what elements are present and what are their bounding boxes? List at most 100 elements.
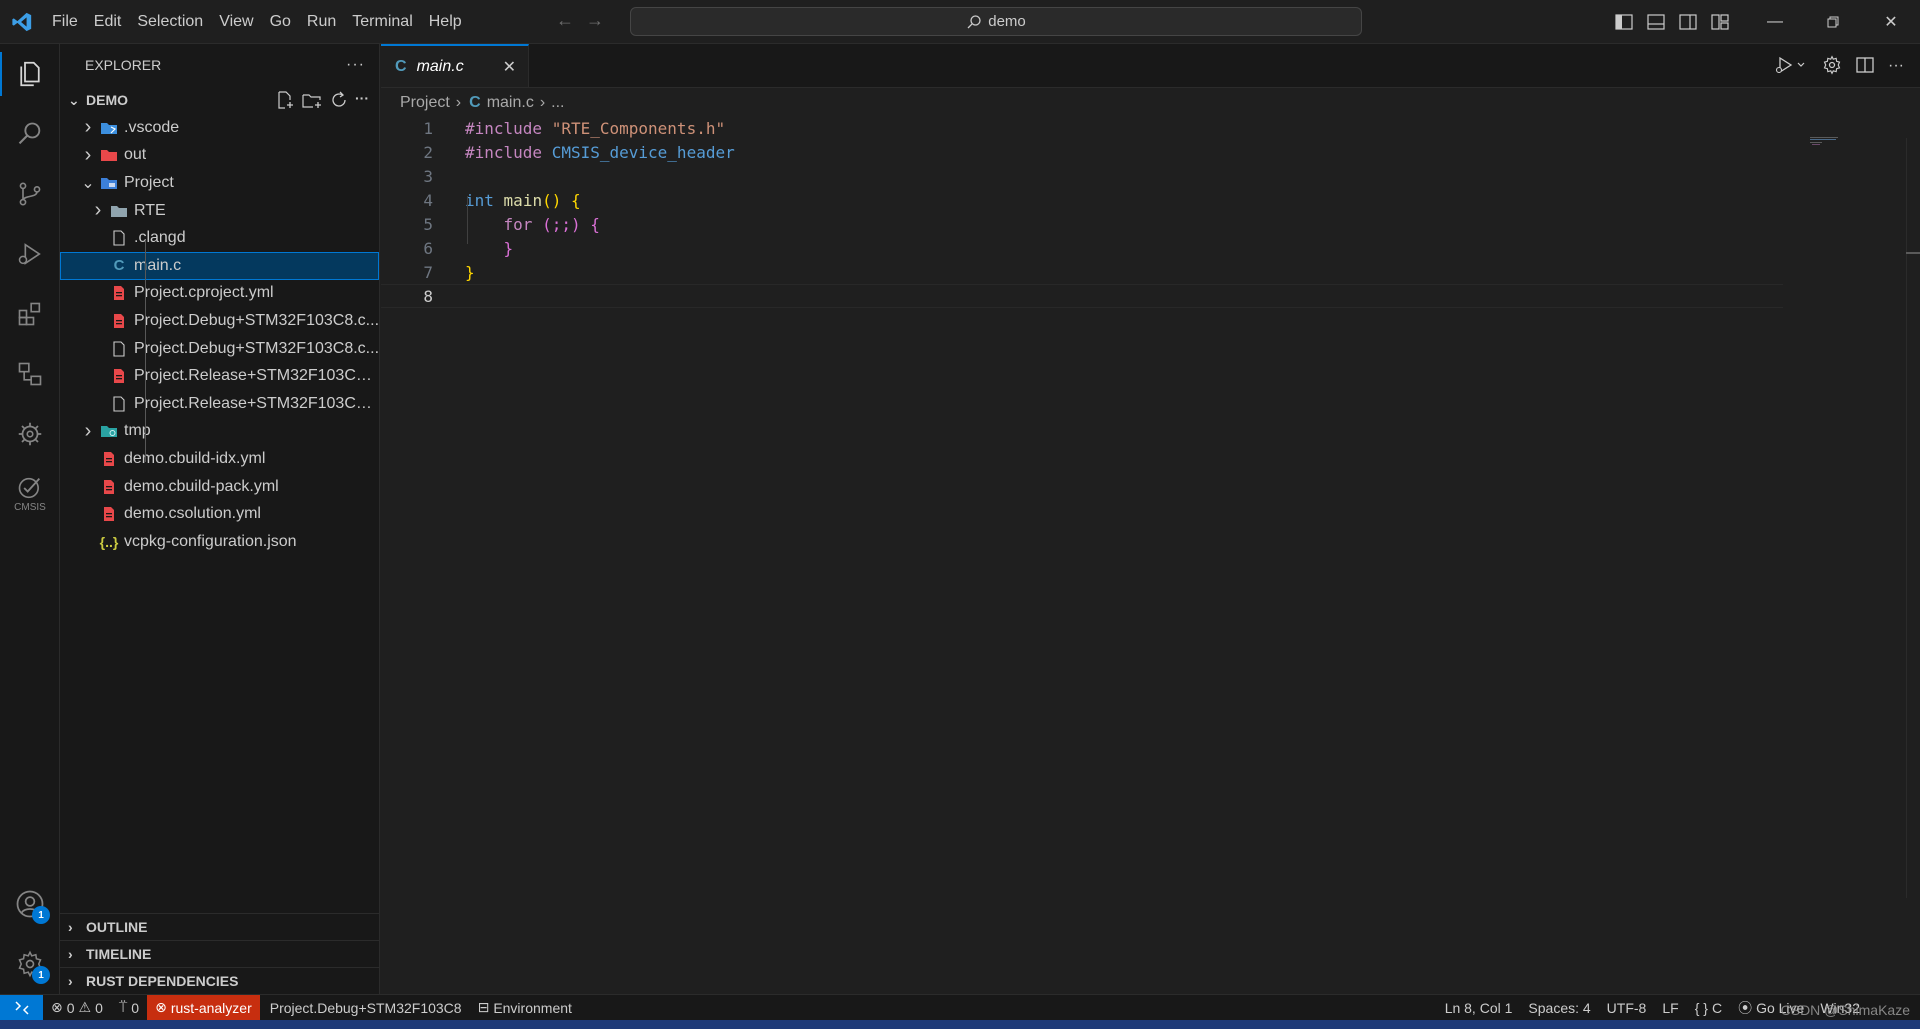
breadcrumb-folder[interactable]: Project xyxy=(400,94,450,112)
new-folder-icon[interactable] xyxy=(301,90,323,110)
language-label: C xyxy=(1711,999,1723,1016)
error-icon: ⊗ xyxy=(155,999,167,1015)
run-debug-icon[interactable] xyxy=(0,224,60,284)
tree-item[interactable]: ⌄ Project xyxy=(60,169,379,197)
split-editor-icon[interactable] xyxy=(1856,56,1874,77)
tree-item[interactable]: Project.Release+STM32F103C8.... xyxy=(60,390,379,418)
section-outline[interactable]: › OUTLINE xyxy=(60,913,380,940)
tree-item[interactable]: demo.cbuild-idx.yml xyxy=(60,445,379,473)
customize-layout-icon[interactable] xyxy=(1704,0,1736,44)
remote-indicator-icon[interactable] xyxy=(0,994,43,1021)
tree-item[interactable]: Project.Release+STM32F103C8.... xyxy=(60,362,379,390)
line-number: 2 xyxy=(423,142,433,162)
menu-file[interactable]: File xyxy=(44,0,86,44)
menu-run[interactable]: Run xyxy=(299,0,344,44)
file-tree: › .vscode › out ⌄ Project › RTE .clangd Cmain.c Pr… xyxy=(60,114,379,556)
minimize-icon[interactable]: — xyxy=(1746,0,1804,44)
close-window-icon[interactable]: ✕ xyxy=(1862,0,1920,44)
tree-item[interactable]: demo.csolution.yml xyxy=(60,500,379,528)
tree-item[interactable]: demo.cbuild-pack.yml xyxy=(60,473,379,501)
code-text: } xyxy=(465,262,475,282)
toggle-primary-sidebar-icon[interactable] xyxy=(1608,0,1640,44)
source-control-icon[interactable] xyxy=(0,164,60,224)
menu-edit[interactable]: Edit xyxy=(86,0,130,44)
more-actions-icon[interactable]: ··· xyxy=(346,56,365,74)
more-actions-icon[interactable]: ··· xyxy=(1888,57,1904,75)
tree-item[interactable]: Project.Debug+STM32F103C8.c... xyxy=(60,335,379,363)
menu-terminal[interactable]: Terminal xyxy=(344,0,420,44)
c-file-icon: C xyxy=(469,94,481,111)
warning-count: 0 xyxy=(95,999,103,1016)
workspace-root[interactable]: ⌄ DEMO ··· xyxy=(60,86,379,114)
yaml-file-icon xyxy=(98,479,120,495)
settings-gear-icon[interactable] xyxy=(1822,54,1842,78)
indentation-status[interactable]: Spaces: 4 xyxy=(1520,995,1598,1021)
target-label: Project.Debug+STM32F103C8 xyxy=(269,999,462,1016)
environment-status[interactable]: ⊟ Environment xyxy=(470,995,580,1021)
antenna-icon: ⍡ xyxy=(118,999,128,1015)
tree-item[interactable]: Cmain.c xyxy=(60,251,379,280)
language-mode-status[interactable]: { } C xyxy=(1687,995,1730,1021)
explorer-icon[interactable] xyxy=(0,44,60,104)
breadcrumb-file[interactable]: main.c xyxy=(487,94,534,112)
window-actions: — ✕ xyxy=(1608,0,1920,44)
chevron-right-icon: › xyxy=(84,419,92,442)
refresh-icon[interactable] xyxy=(329,90,349,110)
error-icon: ⊗ xyxy=(51,999,63,1015)
c-file-icon: C xyxy=(113,257,125,275)
toggle-panel-icon[interactable] xyxy=(1640,0,1672,44)
menu-help[interactable]: Help xyxy=(421,0,470,44)
code-editor[interactable]: 1 #include "RTE_Components.h" 2 #include… xyxy=(381,116,1783,308)
environment-label: Environment xyxy=(493,999,572,1016)
cmsis-target-status[interactable]: Project.Debug+STM32F103C8 xyxy=(260,995,470,1021)
tree-item[interactable]: Project.cproject.yml xyxy=(60,280,379,308)
chevron-right-icon: › xyxy=(94,199,102,222)
minimap[interactable] xyxy=(1810,137,1840,147)
tree-item[interactable]: {..} vcpkg-configuration.json xyxy=(60,528,379,556)
tree-item[interactable]: › RTE xyxy=(60,197,379,225)
tree-item[interactable]: › out xyxy=(60,142,379,170)
section-timeline[interactable]: › TIMELINE xyxy=(60,940,380,967)
command-center-search[interactable]: demo xyxy=(630,7,1362,36)
encoding-status[interactable]: UTF-8 xyxy=(1599,995,1655,1021)
tree-item[interactable]: Project.Debug+STM32F103C8.c... xyxy=(60,307,379,335)
tree-item[interactable]: › .vscode xyxy=(60,114,379,142)
search-icon[interactable] xyxy=(0,104,60,164)
run-debug-dropdown-icon[interactable] xyxy=(1774,55,1808,78)
remote-explorer-icon[interactable] xyxy=(0,344,60,404)
extensions-icon[interactable] xyxy=(0,284,60,344)
cmsis-manage-icon[interactable] xyxy=(0,404,60,464)
tree-item[interactable]: › tmp xyxy=(60,418,379,446)
tree-item[interactable]: .clangd xyxy=(60,224,379,252)
vscode-logo-icon xyxy=(0,0,44,44)
menu-go[interactable]: Go xyxy=(262,0,299,44)
menu-view[interactable]: View xyxy=(211,0,261,44)
cmsis-icon[interactable]: CMSIS xyxy=(0,464,60,524)
cmsis-label: CMSIS xyxy=(14,501,46,513)
arrow-left-icon[interactable]: ← xyxy=(556,10,574,31)
watermark: CSDN @ShimaKaze xyxy=(1780,1002,1910,1018)
tree-item-label: .vscode xyxy=(124,118,180,136)
ports-status[interactable]: ⍡ 0 xyxy=(111,995,147,1021)
menu-selection[interactable]: Selection xyxy=(129,0,211,44)
breadcrumb-more[interactable]: ... xyxy=(551,94,564,112)
folder-vscode-icon xyxy=(98,120,120,136)
collapse-more-icon[interactable]: ··· xyxy=(355,90,369,110)
chevron-right-icon: › xyxy=(68,946,73,962)
eol-status[interactable]: LF xyxy=(1654,995,1686,1021)
restore-icon[interactable] xyxy=(1804,0,1862,44)
indent-guide xyxy=(467,196,468,244)
toggle-secondary-sidebar-icon[interactable] xyxy=(1672,0,1704,44)
section-rust-dependencies[interactable]: › RUST DEPENDENCIES xyxy=(60,967,380,994)
manage-gear-icon[interactable]: 1 xyxy=(0,934,60,994)
cursor-ruler-mark xyxy=(1906,252,1920,254)
arrow-right-icon[interactable]: → xyxy=(586,10,604,31)
accounts-icon[interactable]: 1 xyxy=(0,874,60,934)
cursor-position[interactable]: Ln 8, Col 1 xyxy=(1437,995,1521,1021)
tab-main-c[interactable]: C main.c ✕ xyxy=(381,44,529,87)
close-tab-icon[interactable]: ✕ xyxy=(503,57,516,77)
problems-status[interactable]: ⊗ 0 ⚠ 0 xyxy=(43,995,111,1021)
broadcast-icon: ⦿ xyxy=(1738,999,1753,1016)
rust-analyzer-status[interactable]: ⊗ rust-analyzer xyxy=(147,994,260,1021)
new-file-icon[interactable] xyxy=(275,90,295,110)
